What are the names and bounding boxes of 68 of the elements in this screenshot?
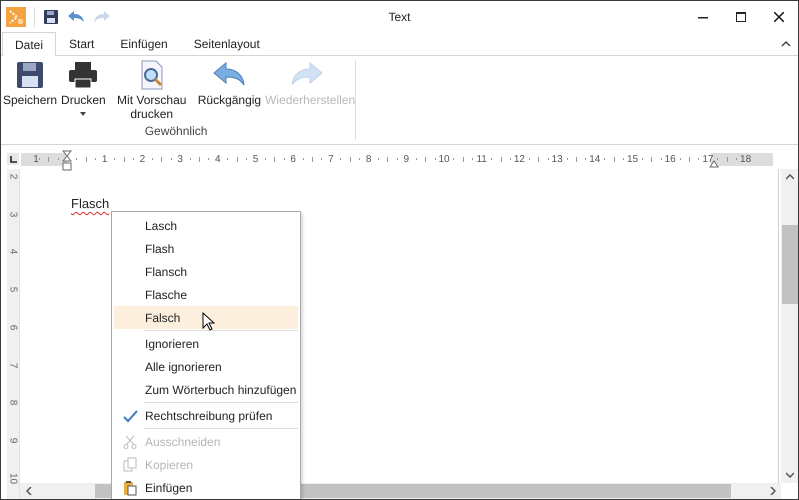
ruler-number: 11 — [476, 152, 487, 166]
ruler-number: 8 — [8, 398, 18, 408]
ruler-number: 2 — [140, 152, 146, 166]
ruler-number: 5 — [8, 286, 18, 294]
ruler-number: 12 — [514, 152, 525, 166]
collapse-ribbon-button[interactable] — [780, 38, 792, 48]
caret-up-icon — [780, 38, 792, 48]
scrollbar-thumb[interactable] — [782, 225, 798, 304]
ribbon-button[interactable]: Mit Vorschau drucken — [108, 60, 196, 124]
ruler-number: 13 — [552, 152, 563, 166]
ruler-number: 6 — [8, 324, 18, 332]
misspelled-word: Flasch — [71, 196, 110, 211]
ruler-number: 15 — [626, 152, 638, 166]
menu-item[interactable]: Rechtschreibung prüfen — [114, 404, 298, 427]
printer-icon — [67, 60, 100, 90]
ruler-number: 9 — [8, 436, 18, 446]
clipboard-icon — [122, 480, 136, 496]
ruler-number: 5 — [252, 152, 258, 166]
menu-item[interactable]: Ignorieren — [114, 332, 298, 355]
tab-stop-selector[interactable] — [7, 153, 19, 165]
ribbon-button[interactable]: Drucken — [59, 60, 108, 124]
window-title: Text — [388, 10, 410, 24]
ruler-number: 14 — [589, 152, 600, 166]
ribbon-button[interactable]: Speichern — [1, 60, 60, 124]
ruler-number: 3 — [8, 210, 18, 219]
chevron-up-icon — [786, 174, 794, 180]
ribbon-button[interactable]: Rückgängig — [196, 60, 264, 124]
spell-check-icon — [122, 408, 138, 422]
group-label: Gewöhnlich — [144, 124, 208, 140]
ruler-number: 7 — [328, 152, 334, 166]
ruler-number: 8 — [366, 152, 372, 166]
ruler-number: 7 — [8, 361, 18, 370]
menu-item[interactable]: Einfügen — [114, 476, 298, 499]
scissors-icon — [122, 434, 136, 448]
ruler-number: 16 — [664, 152, 676, 166]
caret-icon — [80, 112, 86, 116]
ruler-number: 10 — [8, 472, 18, 484]
ruler-number: 3 — [177, 152, 183, 166]
ruler-number: 1 — [102, 152, 108, 166]
copy-icon — [122, 457, 136, 472]
app-logo-icon — [6, 6, 26, 26]
mouse-pointer-icon — [202, 312, 215, 331]
indent-marker-icon[interactable] — [62, 150, 72, 172]
ruler-number: 10 — [438, 152, 450, 166]
menu-item[interactable]: Flasche — [114, 283, 298, 306]
menu-item[interactable]: Flansch — [114, 260, 298, 283]
menu-item[interactable]: Zum Wörterbuch hinzufügen — [114, 378, 298, 401]
menu-item[interactable]: Flash — [114, 237, 298, 260]
menu-item[interactable]: Alle ignorieren — [114, 355, 298, 378]
ribbon-tab[interactable]: Datei — [2, 32, 56, 56]
menu-item[interactable]: Lasch — [114, 214, 298, 237]
ruler-number: 17 — [702, 152, 714, 166]
ruler-number: 1 — [33, 152, 39, 166]
chevron-left-icon — [26, 487, 32, 495]
ruler-number: 6 — [290, 152, 296, 166]
tab-stop-icon — [10, 156, 16, 162]
menu-item[interactable]: Falsch — [114, 306, 298, 329]
undo-icon[interactable] — [67, 10, 85, 24]
ruler-number: 18 — [740, 152, 752, 166]
close-icon — [774, 12, 784, 22]
ruler-number: 9 — [404, 152, 410, 166]
chevron-right-icon — [770, 487, 776, 495]
save-icon[interactable] — [43, 8, 59, 24]
chevron-down-icon — [786, 472, 794, 478]
ruler-number: 4 — [8, 248, 18, 257]
ruler-number: 2 — [8, 172, 18, 182]
ruler-number: 4 — [215, 152, 221, 166]
maximize-icon — [736, 12, 746, 22]
